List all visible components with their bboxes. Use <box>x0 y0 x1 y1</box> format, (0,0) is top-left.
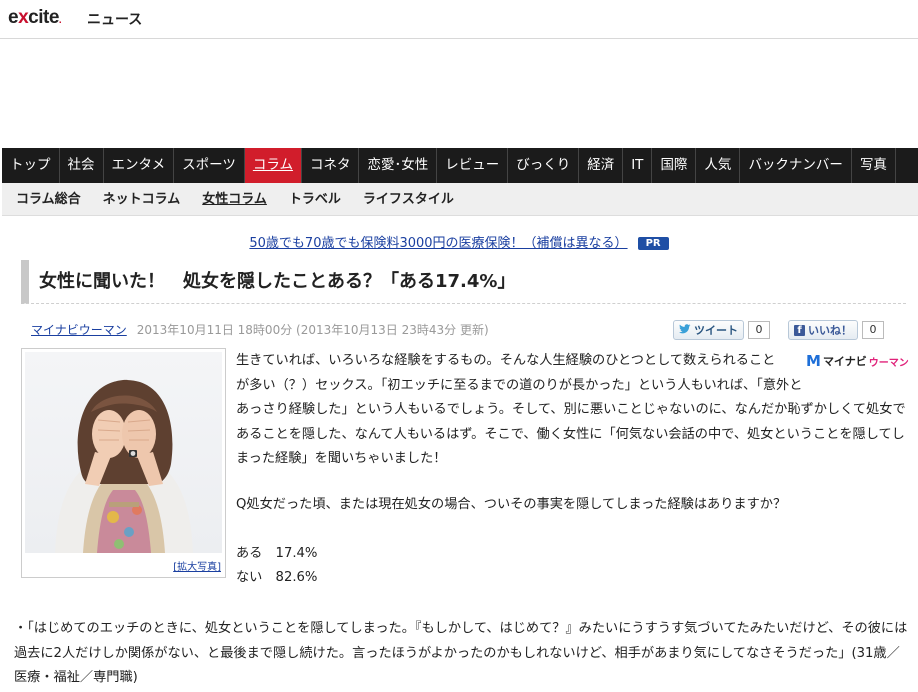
logo-text-a: e <box>8 7 19 28</box>
promo-bar: 50歳でも70歳でも保険料3000円の医療保険！（補償は異なる） PR <box>0 232 918 251</box>
survey-question: Q処女だった頃、または現在処女の場合、ついその事実を隠してしまった経験はあります… <box>236 497 787 512</box>
tweet-button[interactable]: ツイート <box>673 320 744 340</box>
survey-answer-no: ない 82.6% <box>236 570 318 585</box>
logo-text-x: x <box>18 7 29 28</box>
nav-item-it[interactable]: IT <box>623 148 653 183</box>
nav-item-top[interactable]: トップ <box>2 148 60 183</box>
main-nav: トップ 社会 エンタメ スポーツ コラム コネタ 恋愛･女性 レビュー びっくり… <box>2 148 918 183</box>
subnav-item-column-all[interactable]: コラム総合 <box>16 183 81 215</box>
woman-covering-face-illustration <box>55 379 193 553</box>
subnav-item-net-column[interactable]: ネットコラム <box>103 183 181 215</box>
nav-item-economy[interactable]: 経済 <box>579 148 624 183</box>
brand-sub: ウーマン <box>868 357 909 369</box>
mynavi-woman-logo[interactable]: M マイナビ ウーマン <box>806 352 909 370</box>
author-link[interactable]: マイナビウーマン <box>31 323 127 337</box>
intro-rest: あっさり経験した」という人もいるでしょう。そして、別に悪いことじゃないのに、なん… <box>236 402 906 466</box>
subnav-item-lifestyle[interactable]: ライフスタイル <box>363 183 454 215</box>
brand-name: マイナビ <box>822 355 867 368</box>
subnav-item-women-column[interactable]: 女性コラム <box>202 183 267 215</box>
article-intro-top: 生きていれば、いろいろな経験をするもの。そんな人生経験のひとつとして数えられるこ… <box>236 349 806 398</box>
nav-item-society[interactable]: 社会 <box>60 148 104 183</box>
nav-item-photo[interactable]: 写真 <box>852 148 896 183</box>
nav-item-sports[interactable]: スポーツ <box>174 148 245 183</box>
like-label: いいね！ <box>808 324 852 337</box>
nav-item-international[interactable]: 国際 <box>652 148 697 183</box>
nav-item-popular[interactable]: 人気 <box>696 148 741 183</box>
logo-news-label[interactable]: ニュース <box>87 9 142 29</box>
nav-item-review[interactable]: レビュー <box>437 148 509 183</box>
nav-item-love-women[interactable]: 恋愛･女性 <box>359 148 438 183</box>
like-widget: f いいね！ 0 <box>788 320 884 340</box>
tweet-count: 0 <box>748 321 770 339</box>
enlarge-photo-link[interactable]: [拡大写真] <box>173 558 221 573</box>
intro-line-2: が多い（？）セックス。「初エッチに至るまでの道のりが長かった」という人もいれば、… <box>236 377 803 393</box>
sub-nav: コラム総合 ネットコラム 女性コラム トラベル ライフスタイル <box>2 183 918 216</box>
nav-item-entertainment[interactable]: エンタメ <box>104 148 175 183</box>
intro-line-1: 生きていれば、いろいろな経験をするもの。そんな人生経験のひとつとして数えられるこ… <box>236 353 776 368</box>
article-title: 女性に聞いた！ 処女を隠したことある？「ある17.4%」 <box>39 271 516 292</box>
ad-banner-area <box>0 39 918 147</box>
logo-dot: . <box>58 15 62 26</box>
site-header: excite. ニュース <box>0 0 918 39</box>
article-date: 2013年10月11日 18時00分 (2013年10月13日 23時43分 更… <box>136 323 489 337</box>
nav-item-koneta[interactable]: コネタ <box>302 148 360 183</box>
like-count: 0 <box>862 321 884 339</box>
logo-text-b: cite <box>28 7 59 28</box>
twitter-bird-icon <box>679 323 691 337</box>
tweet-label: ツイート <box>694 324 738 337</box>
tweet-widget: ツイート 0 <box>673 320 770 340</box>
article-title-box: 女性に聞いた！ 処女を隠したことある？「ある17.4%」 <box>21 260 906 304</box>
subnav-item-travel[interactable]: トラベル <box>289 183 341 215</box>
survey-answer-yes: ある 17.4% <box>236 546 318 561</box>
article-meta: マイナビウーマン 2013年10月11日 18時00分 (2013年10月13日 … <box>31 321 489 338</box>
reader-quote: ・「はじめてのエッチのときに、処女ということを隠してしまった。『もしかして、はじ… <box>14 621 908 685</box>
mynavi-m-icon: M <box>806 352 821 370</box>
nav-item-backnumber[interactable]: バックナンバー <box>740 148 852 183</box>
pr-badge: PR <box>637 237 669 250</box>
nav-item-bikkuri[interactable]: びっくり <box>508 148 580 183</box>
nav-item-column[interactable]: コラム <box>244 148 302 183</box>
article-photo-box: [拡大写真] <box>21 348 226 578</box>
article-photo[interactable] <box>25 352 222 553</box>
excite-logo[interactable]: excite. <box>8 7 62 29</box>
like-button[interactable]: f いいね！ <box>788 320 858 340</box>
promo-link[interactable]: 50歳でも70歳でも保険料3000円の医療保険！（補償は異なる） <box>249 236 627 251</box>
facebook-icon: f <box>794 324 805 336</box>
